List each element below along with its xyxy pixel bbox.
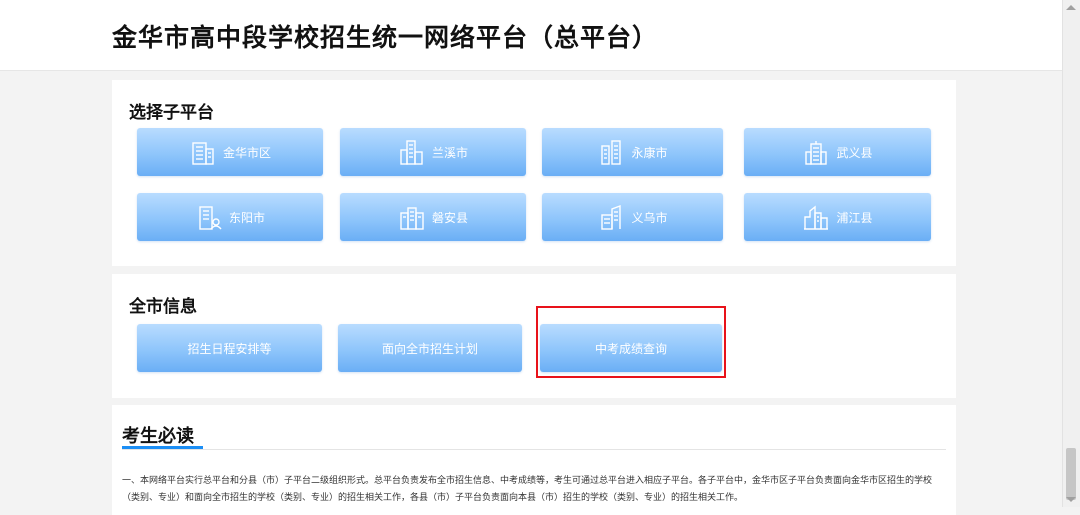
enrollment-schedule-button[interactable]: 招生日程安排等	[137, 324, 322, 372]
sub-platform-label: 金华市区	[222, 145, 271, 160]
sub-platform-label: 东阳市	[228, 210, 265, 225]
notice-title-underline	[122, 446, 203, 449]
sub-platform-button-yiwu[interactable]: 义乌市	[542, 193, 723, 241]
enrollment-schedule-label: 招生日程安排等	[187, 341, 272, 356]
sub-platform-button-jinhua[interactable]: 金华市区	[137, 128, 323, 176]
city-towers-icon	[400, 140, 423, 165]
sub-platform-label: 兰溪市	[431, 145, 468, 160]
building-user-icon	[199, 206, 222, 230]
sub-platform-label: 磐安县	[431, 210, 468, 225]
apartment-blocks-icon	[400, 207, 424, 230]
scrollbar-thumb[interactable]	[1066, 448, 1076, 500]
city-info-heading: 全市信息	[129, 297, 197, 317]
vertical-scrollbar[interactable]	[1062, 0, 1080, 507]
sub-platform-label: 武义县	[836, 145, 873, 160]
city-skyline-icon	[804, 205, 829, 230]
sub-platform-button-wuyi[interactable]: 武义县	[744, 128, 931, 176]
highlight-box	[536, 306, 726, 378]
sub-platform-button-pujiang[interactable]: 浦江县	[744, 193, 931, 241]
sub-platform-button-panan[interactable]: 磐安县	[340, 193, 526, 241]
notice-text: 一、本网络平台实行总平台和分县（市）子平台二级组织形式。总平台负责发布全市招生信…	[122, 473, 944, 507]
sub-platform-panel: 选择子平台 金华市区 兰溪市 永康市 武义县 东阳市 磐安县 义乌市 浦江县	[112, 80, 956, 266]
sub-platform-label: 义乌市	[631, 210, 668, 225]
notice-title: 考生必读	[122, 426, 194, 447]
sub-platform-button-dongyang[interactable]: 东阳市	[137, 193, 323, 241]
sub-platform-label: 永康市	[631, 145, 668, 160]
city-info-panel: 全市信息 招生日程安排等 面向全市招生计划 中考成绩查询	[112, 274, 956, 398]
twin-towers-icon	[601, 140, 622, 165]
citywide-enrollment-plan-button[interactable]: 面向全市招生计划	[338, 324, 522, 372]
site-title: 金华市高中段学校招生统一网络平台（总平台）	[112, 23, 659, 52]
sub-platform-label: 浦江县	[836, 210, 873, 225]
top-header: 金华市高中段学校招生统一网络平台（总平台）	[0, 0, 1080, 71]
sub-platform-button-yongkang[interactable]: 永康市	[542, 128, 723, 176]
notice-paragraph: 一、本网络平台实行总平台和分县（市）子平台二级组织形式。总平台负责发布全市招生信…	[122, 476, 933, 503]
scroll-up-icon[interactable]	[1066, 5, 1076, 10]
sub-platform-button-lanxi[interactable]: 兰溪市	[340, 128, 526, 176]
tower-building-icon	[805, 141, 828, 165]
scroll-down-icon[interactable]	[1066, 497, 1076, 502]
citywide-enrollment-plan-label: 面向全市招生计划	[381, 341, 478, 356]
skyscraper-icon	[601, 204, 622, 230]
sub-platform-heading: 选择子平台	[129, 103, 214, 123]
office-building-icon	[192, 142, 214, 165]
notice-divider	[122, 449, 946, 450]
notice-panel: 考生必读 一、本网络平台实行总平台和分县（市）子平台二级组织形式。总平台负责发布…	[112, 405, 956, 515]
